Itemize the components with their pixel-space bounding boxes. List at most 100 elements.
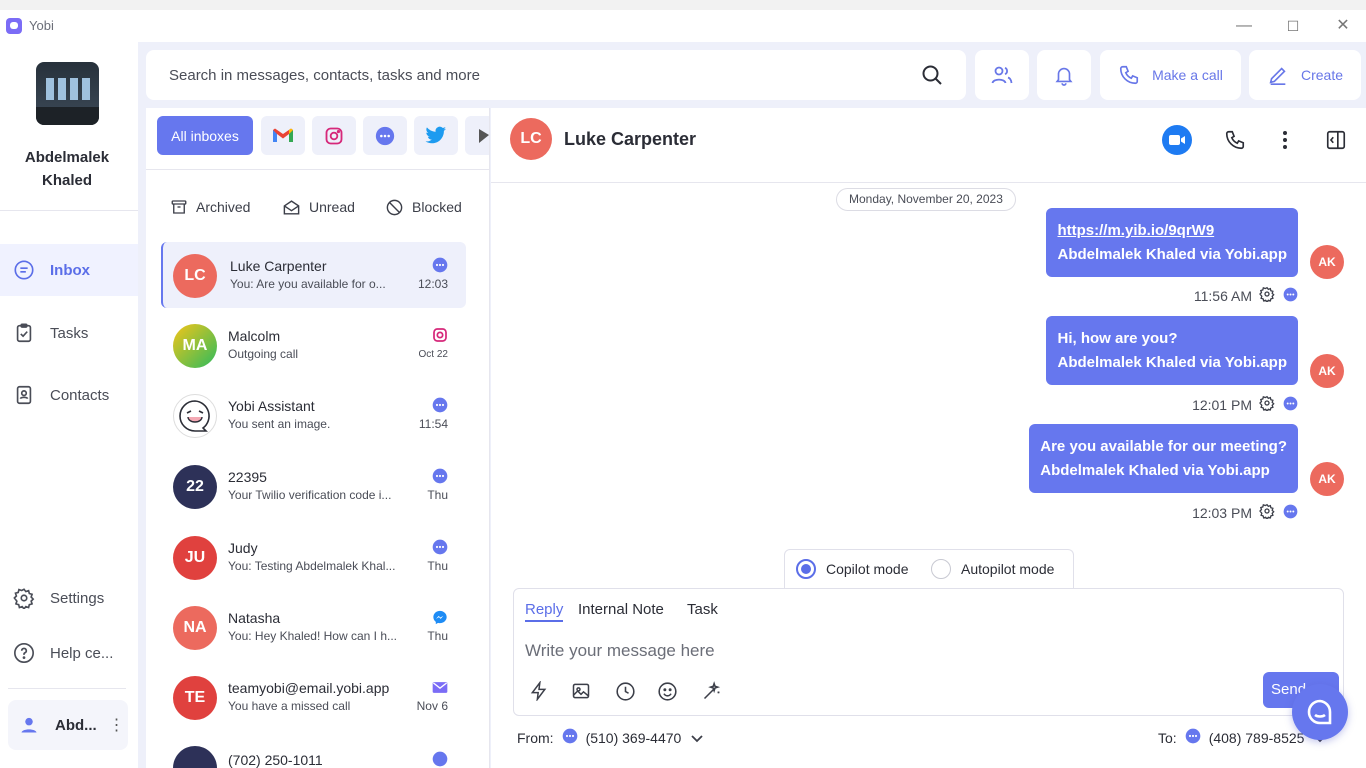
blocked-icon <box>386 199 403 215</box>
notifications-button[interactable] <box>1037 50 1091 100</box>
emoji-icon[interactable] <box>655 679 679 703</box>
conversation-preview: You sent an image. <box>228 417 331 431</box>
autopilot-mode-option[interactable]: Autopilot mode <box>931 559 1054 579</box>
radio-selected-icon[interactable] <box>796 559 816 579</box>
tab-task[interactable]: Task <box>687 601 718 618</box>
conversation-item[interactable]: (702) 250-1011 <box>161 734 466 768</box>
more-channels-tab[interactable] <box>465 116 489 155</box>
conversation-item[interactable]: TE teamyobi@email.yobi.app You have a mi… <box>161 664 466 730</box>
conversation-item[interactable]: NA Natasha You: Hey Khaled! How can I h.… <box>161 594 466 660</box>
date-separator: Monday, November 20, 2023 <box>836 188 1016 211</box>
from-number-selector[interactable]: From: (510) 369-4470 <box>517 728 703 747</box>
message-signature: Abdelmalek Khaled via Yobi.app <box>1040 462 1270 479</box>
radio-icon[interactable] <box>931 559 951 579</box>
tag-icon <box>479 128 489 143</box>
lightning-icon[interactable] <box>527 679 551 703</box>
twitter-tab[interactable] <box>414 116 458 155</box>
team-button[interactable] <box>975 50 1029 100</box>
video-call-icon[interactable] <box>1162 125 1192 155</box>
gear-icon[interactable] <box>1259 503 1275 522</box>
search-bar[interactable]: Search in messages, contacts, tasks and … <box>146 50 966 100</box>
user-avatar[interactable] <box>36 62 99 125</box>
gear-icon[interactable] <box>1259 395 1275 414</box>
yobi-chat-tab[interactable] <box>363 116 407 155</box>
sidebar-toggle-icon[interactable] <box>1321 125 1351 155</box>
message-input[interactable] <box>525 641 1225 661</box>
make-call-button[interactable]: Make a call <box>1100 50 1241 100</box>
conversation-item[interactable]: MA Malcolm Outgoing call Oct 22 <box>161 312 466 378</box>
instagram-tab[interactable] <box>312 116 356 155</box>
image-icon[interactable] <box>569 679 593 703</box>
message-time: 11:56 AM <box>1193 287 1252 304</box>
all-inboxes-tab[interactable]: All inboxes <box>157 116 253 155</box>
avatar: JU <box>173 536 217 580</box>
blocked-filter[interactable]: Blocked <box>385 197 462 217</box>
conversation-name: Malcolm <box>228 328 281 344</box>
magic-wand-icon[interactable] <box>699 679 723 703</box>
tab-reply[interactable]: Reply <box>525 601 564 622</box>
chat-bubble-icon <box>562 728 578 747</box>
twitter-icon <box>425 126 447 144</box>
more-vertical-icon[interactable] <box>1270 125 1300 155</box>
nav-help[interactable]: Help ce... <box>0 627 138 679</box>
contact-name[interactable]: Luke Carpenter <box>564 129 696 150</box>
account-menu[interactable]: Abd... ⋮ <box>8 700 128 750</box>
archived-filter[interactable]: Archived <box>170 197 250 217</box>
chat-bubble-icon <box>1283 396 1298 414</box>
minimize-button[interactable]: — <box>1221 13 1267 39</box>
create-button[interactable]: Create <box>1249 50 1361 100</box>
blocked-label: Blocked <box>412 199 462 215</box>
nav-contacts[interactable]: Contacts <box>0 369 138 421</box>
phone-icon[interactable] <box>1220 125 1250 155</box>
close-button[interactable]: ✕ <box>1320 13 1366 39</box>
nav-contacts-label: Contacts <box>50 386 110 404</box>
archive-icon <box>171 200 187 214</box>
nav-inbox[interactable]: Inbox <box>0 244 138 296</box>
avatar: MA <box>173 324 217 368</box>
conversation-item[interactable]: 22 22395 Your Twilio verification code i… <box>161 453 466 519</box>
message-bubble: Are you available for our meeting? Abdel… <box>1029 424 1298 493</box>
conversation-item[interactable]: Yobi Assistant You sent an image. 11:54 <box>161 382 466 448</box>
clock-icon[interactable] <box>613 679 637 703</box>
to-number: (408) 789-8525 <box>1208 729 1305 746</box>
message-text: Are you available for our meeting? <box>1040 438 1287 455</box>
maximize-button[interactable]: ☐ <box>1270 13 1316 39</box>
contact-avatar[interactable]: LC <box>510 118 552 160</box>
support-chat-button[interactable] <box>1292 684 1348 740</box>
conversation-item[interactable]: JU Judy You: Testing Abdelmalek Khal... … <box>161 524 466 590</box>
tab-internal-note[interactable]: Internal Note <box>578 601 664 618</box>
message-meta: 12:01 PM <box>1192 395 1298 414</box>
bell-icon <box>1055 67 1073 86</box>
conversation-item[interactable]: LC Luke Carpenter You: Are you available… <box>161 242 466 308</box>
search-input[interactable]: Search in messages, contacts, tasks and … <box>169 67 480 84</box>
message-time: 12:03 PM <box>1192 504 1252 521</box>
message-link[interactable]: https://m.yib.io/9qrW9 <box>1057 219 1287 243</box>
instagram-icon <box>325 127 343 144</box>
conversation-preview: You have a missed call <box>228 699 351 713</box>
conversation-time: Thu <box>427 559 448 573</box>
conversation-time: 11:54 <box>418 417 448 431</box>
conversation-name: Judy <box>228 540 258 556</box>
gear-icon[interactable] <box>1259 286 1275 305</box>
message-bubble: Hi, how are you? Abdelmalek Khaled via Y… <box>1046 316 1298 385</box>
mode-selector: Copilot mode Autopilot mode <box>784 549 1074 589</box>
gmail-tab[interactable] <box>261 116 305 155</box>
gear-icon <box>12 586 36 610</box>
chat-bubble-icon <box>432 257 448 273</box>
conversation-time: Thu <box>427 629 448 643</box>
nav-settings-label: Settings <box>50 589 105 607</box>
search-icon[interactable] <box>920 63 944 87</box>
conversation-name: Yobi Assistant <box>228 398 315 414</box>
chevron-down-icon[interactable] <box>691 730 703 746</box>
conversation-name: Natasha <box>228 610 281 626</box>
clipboard-check-icon <box>12 321 36 345</box>
nav-settings[interactable]: Settings <box>0 572 138 624</box>
copilot-mode-option[interactable]: Copilot mode <box>796 559 909 579</box>
conversation-preview: You: Are you available for o... <box>230 277 386 291</box>
more-vertical-icon[interactable]: ⋮ <box>109 715 125 735</box>
nav-help-label: Help ce... <box>50 644 114 662</box>
nav-tasks[interactable]: Tasks <box>0 307 138 359</box>
unread-filter[interactable]: Unread <box>282 197 355 217</box>
sender-avatar: AK <box>1310 354 1344 388</box>
phone-icon <box>1120 65 1139 85</box>
